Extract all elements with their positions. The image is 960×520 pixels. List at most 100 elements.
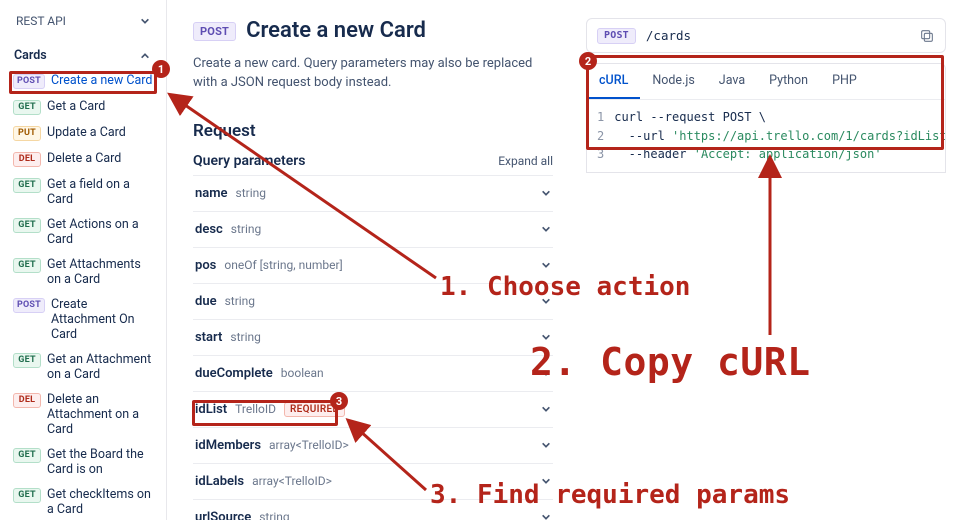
tab-node-js[interactable]: Node.js: [640, 64, 706, 99]
tab-python[interactable]: Python: [757, 64, 820, 99]
sidebar-item-get-a-card[interactable]: GET Get a Card: [10, 95, 156, 119]
code-line-1: curl --request POST \: [614, 110, 766, 124]
param-name: pos: [195, 258, 216, 273]
chevron-up-icon: [140, 51, 150, 61]
chevron-down-icon: [541, 224, 551, 234]
method-badge: DEL: [13, 393, 41, 408]
sidebar-item-label: Get checkItems on a Card: [47, 487, 153, 517]
code-line-3-flag: --header: [614, 147, 693, 161]
param-name: start: [195, 330, 222, 345]
chevron-down-icon: [541, 188, 551, 198]
sidebar-item-get-actions-on-a-card[interactable]: GET Get Actions on a Card: [10, 213, 156, 251]
title-row: POST Create a new Card: [193, 18, 564, 43]
param-start[interactable]: start string: [193, 319, 553, 355]
method-badge: GET: [13, 488, 41, 503]
param-name: idLabels: [195, 474, 244, 489]
sidebar-top-select[interactable]: REST API: [10, 10, 156, 32]
param-idList[interactable]: idListTrelloIDREQUIRED: [193, 391, 553, 427]
sidebar: REST API Cards POSTCreate a new CardGETG…: [0, 0, 167, 520]
sidebar-section-label: Cards: [14, 48, 47, 63]
sidebar-item-delete-a-card[interactable]: DEL Delete a Card: [10, 147, 156, 171]
method-badge: GET: [13, 353, 41, 368]
sidebar-item-update-a-card[interactable]: PUTUpdate a Card: [10, 121, 156, 145]
sidebar-item-label: Get a Card: [47, 99, 153, 114]
sidebar-top-label: REST API: [16, 14, 66, 28]
sidebar-item-label: Get an Attachment on a Card: [47, 352, 153, 382]
param-dueComplete[interactable]: dueCompleteboolean: [193, 355, 553, 391]
sidebar-item-label: Get Actions on a Card: [47, 217, 153, 247]
param-type: string: [225, 294, 255, 308]
sidebar-item-create-attachment-on-card[interactable]: POST Create Attachment On Card: [10, 293, 156, 346]
param-type: array<TrelloID>: [269, 438, 349, 452]
param-due[interactable]: due string: [193, 283, 553, 319]
chevron-down-icon: [541, 512, 551, 520]
tab-php[interactable]: PHP: [820, 64, 869, 99]
param-idLabels[interactable]: idLabels array<TrelloID>: [193, 463, 553, 499]
param-idMembers[interactable]: idMembers array<TrelloID>: [193, 427, 553, 463]
method-badge: GET: [13, 100, 41, 115]
param-type: array<TrelloID>: [252, 474, 332, 488]
code-block: 1 2 3 curl --request POST \ --url 'https…: [587, 100, 945, 172]
param-urlSource[interactable]: urlSource string: [193, 499, 553, 520]
copy-icon[interactable]: [919, 28, 935, 44]
method-badge: GET: [13, 258, 41, 273]
required-badge: REQUIRED: [284, 402, 345, 417]
main: POST Create a new Card Create a new card…: [167, 0, 960, 520]
method-badge: GET: [13, 218, 41, 233]
expand-all-link[interactable]: Expand all: [498, 154, 553, 168]
param-pos[interactable]: posoneOf [string, number]: [193, 247, 553, 283]
method-badge: POST: [13, 298, 45, 313]
tab-java[interactable]: Java: [707, 64, 757, 99]
chevron-down-icon: [140, 16, 150, 26]
sidebar-item-get-an-attachment-on-a-card[interactable]: GET Get an Attachment on a Card: [10, 348, 156, 386]
endpoint-method-badge: POST: [597, 28, 636, 44]
param-type: TrelloID: [235, 402, 276, 416]
sidebar-item-delete-an-attachment-on-a-card[interactable]: DEL Delete an Attachment on a Card: [10, 388, 156, 441]
page-title: Create a new Card: [246, 18, 426, 43]
chevron-down-icon: [541, 368, 551, 378]
param-type: string: [231, 222, 261, 236]
sidebar-item-label: Delete a Card: [47, 151, 153, 166]
param-type: string: [230, 330, 260, 344]
chevron-down-icon: [541, 440, 551, 450]
param-name: due: [195, 294, 217, 309]
method-badge: DEL: [13, 152, 41, 167]
method-badge: POST: [13, 74, 45, 89]
chevron-down-icon: [541, 476, 551, 486]
chevron-down-icon: [541, 260, 551, 270]
chevron-down-icon: [541, 332, 551, 342]
param-type: string: [259, 510, 289, 520]
code-line-2-flag: --url: [614, 129, 672, 143]
chevron-down-icon: [541, 296, 551, 306]
sidebar-item-get-attachments-on-a-card[interactable]: GET Get Attachments on a Card: [10, 253, 156, 291]
sidebar-item-create-a-new-card[interactable]: POSTCreate a new Card: [10, 69, 156, 93]
code-gutter: 1 2 3: [597, 108, 614, 164]
sidebar-item-label: Update a Card: [47, 125, 153, 140]
param-name: desc: [195, 222, 223, 237]
method-badge: GET: [13, 448, 41, 463]
param-type: string: [236, 186, 266, 200]
endpoint-path: /cards: [646, 28, 691, 43]
method-badge: POST: [193, 22, 236, 41]
code-line-3-header: 'Accept: application/json': [694, 147, 882, 161]
sidebar-section-cards[interactable]: Cards: [10, 46, 156, 69]
param-name[interactable]: name string: [193, 175, 553, 211]
param-name: name: [195, 186, 228, 201]
code-line-2-url: 'https://api.trello.com/1/cards?idList=5…: [672, 129, 946, 143]
sidebar-item-get-a-field-on-a-card[interactable]: GETGet a field on a Card: [10, 173, 156, 211]
code-tabs: cURLNode.jsJavaPythonPHP: [587, 64, 945, 100]
param-name: urlSource: [195, 510, 251, 520]
request-section-label: Request: [193, 121, 564, 141]
param-desc[interactable]: desc string: [193, 211, 553, 247]
sidebar-item-get-checkitems-on-a-card[interactable]: GET Get checkItems on a Card: [10, 483, 156, 520]
chevron-down-icon: [541, 404, 551, 414]
param-type: boolean: [281, 366, 324, 380]
endpoint-box: POST /cards: [586, 18, 946, 53]
sidebar-item-label: Get Attachments on a Card: [47, 257, 153, 287]
sidebar-item-label: Create Attachment On Card: [51, 297, 153, 342]
method-badge: GET: [13, 178, 41, 193]
param-name: idMembers: [195, 438, 261, 453]
sidebar-item-get-the-board-the-card-is-on[interactable]: GETGet the Board the Card is on: [10, 443, 156, 481]
sidebar-item-label: Delete an Attachment on a Card: [47, 392, 153, 437]
tab-curl[interactable]: cURL: [587, 64, 640, 99]
